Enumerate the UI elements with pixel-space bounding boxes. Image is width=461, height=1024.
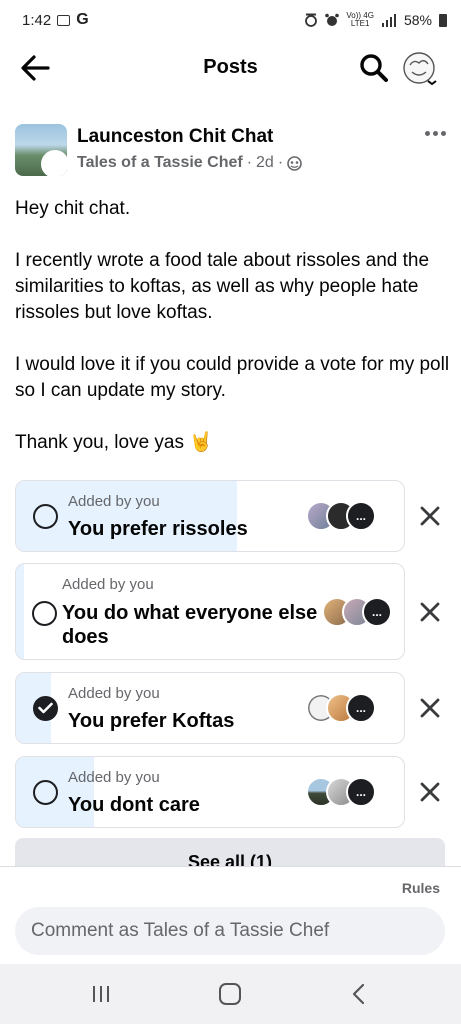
status-right: Vo)) 4G LTE1 58%	[304, 12, 447, 28]
more-voters-icon: ...	[346, 501, 376, 531]
group-name[interactable]: Launceston Chit Chat	[77, 126, 273, 148]
post-meta: Tales of a Tassie Chef · 2d ·	[77, 154, 302, 172]
poll-option-dont-care[interactable]: Added by you You dont care ...	[15, 756, 405, 828]
home-icon[interactable]	[215, 980, 245, 1008]
search-icon[interactable]	[358, 52, 390, 84]
app-bar: Posts	[0, 40, 461, 96]
group-avatar[interactable]	[15, 124, 67, 176]
checkmark-icon	[38, 702, 53, 714]
poll-option-label: You dont care	[68, 794, 200, 816]
meta-separator: ·	[277, 154, 284, 171]
comment-input[interactable]	[15, 907, 445, 955]
close-icon[interactable]	[418, 780, 442, 804]
members-privacy-icon	[287, 155, 302, 171]
close-icon[interactable]	[418, 600, 442, 624]
voter-avatars[interactable]: ...	[322, 597, 392, 627]
battery-icon	[439, 13, 447, 27]
poll-option-label: You prefer Koftas	[68, 710, 235, 732]
more-voters-icon: ...	[362, 597, 392, 627]
poll-option-label: You prefer rissoles	[68, 518, 248, 540]
poll-radio[interactable]	[32, 601, 57, 626]
poll-radio[interactable]	[33, 780, 58, 805]
poll-radio-checked[interactable]	[33, 696, 58, 721]
added-by-label: Added by you	[68, 769, 160, 786]
poll-option-rissoles[interactable]: Added by you You prefer rissoles ...	[15, 480, 405, 552]
signal-icon	[381, 13, 396, 27]
added-by-label: Added by you	[68, 493, 160, 510]
post-paragraph: Hey chit chat.	[15, 198, 131, 219]
recent-apps-icon[interactable]	[86, 980, 116, 1008]
added-by-label: Added by you	[62, 576, 154, 593]
google-icon: G	[76, 11, 89, 28]
poll-result-bar	[16, 564, 24, 659]
alarm-clock-icon	[325, 13, 340, 26]
meta-separator: ·	[246, 154, 253, 171]
voter-avatars[interactable]: ...	[306, 693, 376, 723]
system-nav-bar	[0, 964, 461, 1024]
post-paragraph: I would love it if you could provide a v…	[15, 354, 450, 401]
close-icon[interactable]	[418, 504, 442, 528]
more-options-icon[interactable]	[421, 124, 449, 142]
poll-radio[interactable]	[33, 504, 58, 529]
author-avatar	[41, 150, 67, 176]
alarm-icon	[305, 13, 318, 27]
poll-option-label: You do what everyone else does	[62, 602, 318, 648]
more-voters-icon: ...	[346, 693, 376, 723]
comment-composer: Rules	[0, 866, 461, 964]
back-nav-icon[interactable]	[344, 980, 374, 1008]
poll-option-everyone-else[interactable]: Added by you You do what everyone else d…	[15, 563, 405, 660]
voter-avatars[interactable]: ...	[306, 777, 376, 807]
network-type: Vo)) 4G LTE1	[346, 11, 374, 28]
status-time: 1:42	[22, 11, 52, 29]
page-title: Posts	[203, 56, 258, 78]
rules-link[interactable]: Rules	[402, 880, 440, 896]
profile-avatar-icon[interactable]	[402, 51, 438, 87]
author-name[interactable]: Tales of a Tassie Chef	[77, 154, 243, 172]
voter-avatars[interactable]: ...	[306, 501, 376, 531]
post-paragraph: Thank you, love yas 🤘	[15, 432, 213, 453]
post-paragraph: I recently wrote a food tale about risso…	[15, 250, 430, 323]
status-bar: 1:42 G Vo)) 4G LTE1 58%	[0, 0, 461, 40]
post-time[interactable]: 2d	[256, 154, 274, 172]
post-body: Hey chit chat. I recently wrote a food t…	[15, 196, 450, 456]
more-voters-icon: ...	[346, 777, 376, 807]
status-left: 1:42 G	[22, 11, 89, 29]
added-by-label: Added by you	[68, 685, 160, 702]
close-icon[interactable]	[418, 696, 442, 720]
gallery-icon	[57, 14, 71, 26]
battery-percent: 58%	[403, 12, 432, 28]
poll-option-koftas[interactable]: Added by you You prefer Koftas ...	[15, 672, 405, 744]
